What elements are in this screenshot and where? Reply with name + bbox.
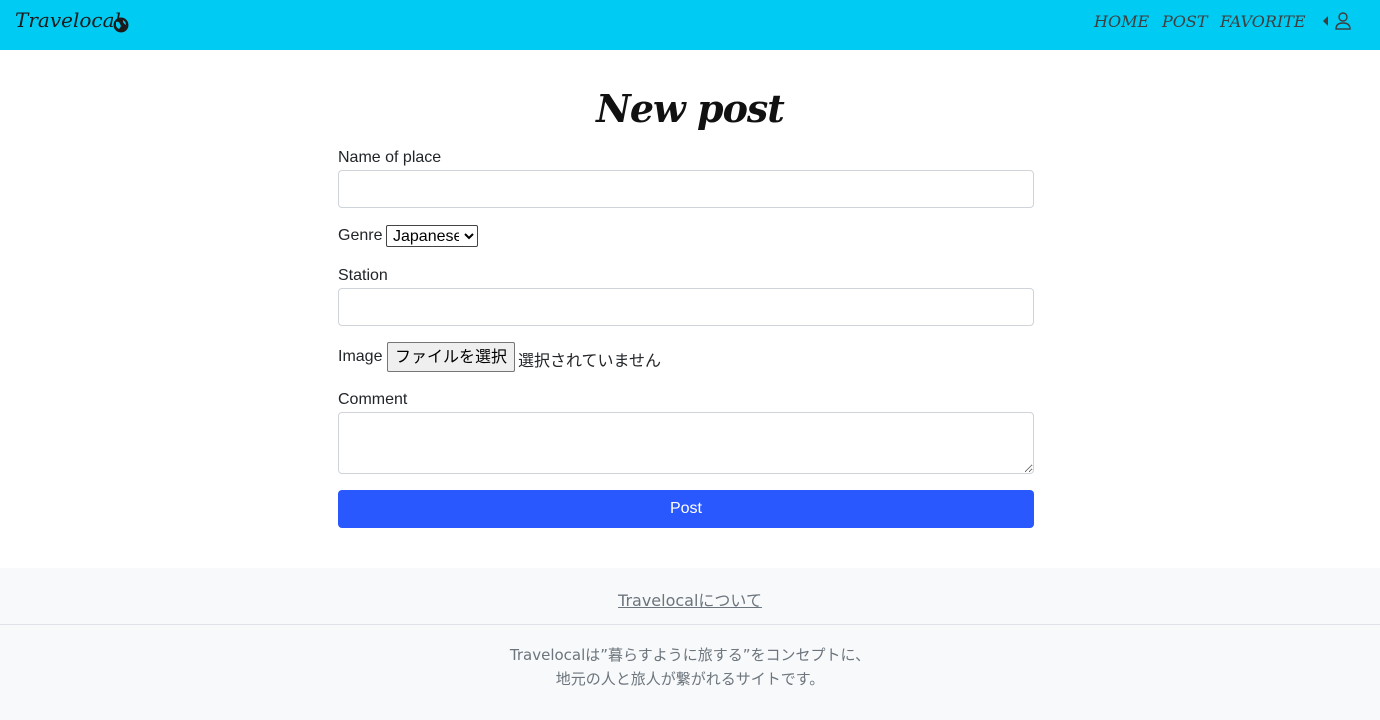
footer-divider: [0, 624, 1380, 625]
file-select-button[interactable]: ファイルを選択: [387, 342, 516, 372]
footer: Travelocalについて Travelocalは”暮らすように旅する”をコン…: [0, 568, 1380, 720]
about-link[interactable]: Travelocalについて: [0, 587, 1380, 611]
station-input[interactable]: [338, 288, 1034, 326]
footer-description-line-1: Travelocalは”暮らすように旅する”をコンセプトに、: [509, 646, 871, 664]
file-status-text: 選択されていません: [518, 351, 662, 370]
nav-post-link[interactable]: POST: [1162, 12, 1208, 31]
nav-favorite-link[interactable]: FAVORITE: [1220, 12, 1306, 31]
name-label: Name of place: [338, 149, 442, 166]
name-input[interactable]: [338, 170, 1034, 208]
user-icon[interactable]: [1335, 12, 1351, 30]
station-label: Station: [338, 267, 388, 284]
navbar: Travelocal HOME POST FAVORITE: [0, 0, 1380, 50]
caret-left-icon[interactable]: [1323, 16, 1329, 26]
genre-select[interactable]: Japanese: [386, 225, 478, 247]
comment-textarea[interactable]: [338, 412, 1034, 474]
page-title: New post: [596, 86, 785, 131]
post-submit-button[interactable]: Post: [338, 490, 1034, 528]
genre-label: Genre: [338, 227, 383, 244]
nav-links: HOME POST FAVORITE: [0, 12, 1380, 36]
footer-description-line-2: 地元の人と旅人が繋がれるサイトです。: [555, 670, 825, 688]
comment-label: Comment: [338, 391, 408, 408]
image-label: Image: [338, 348, 383, 365]
nav-home-link[interactable]: HOME: [1094, 12, 1149, 31]
